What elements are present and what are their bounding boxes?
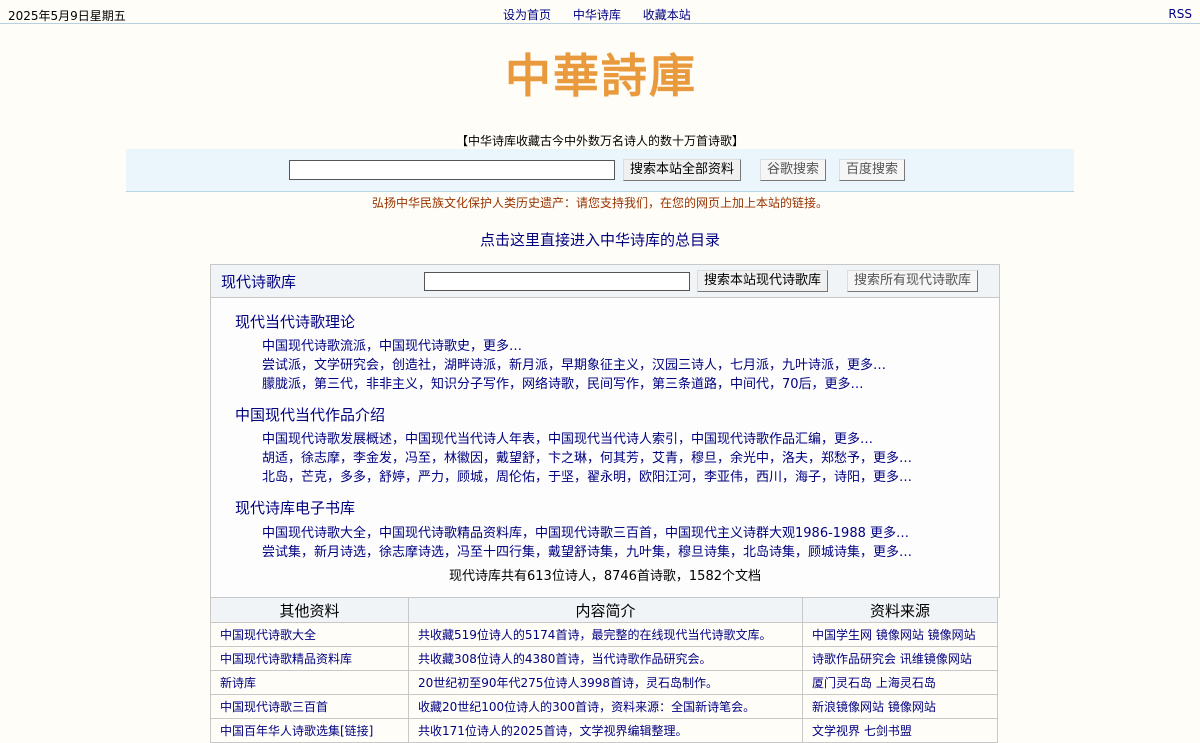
poetry-library-link[interactable]: 中华诗库 xyxy=(573,8,621,22)
resource-name-link[interactable]: 中国现代诗歌精品资料库 xyxy=(210,646,409,671)
top-bar: 2025年5月9日星期五 设为首页 中华诗库 收藏本站 RSS xyxy=(0,0,1200,24)
google-search-button[interactable]: 谷歌搜索 xyxy=(760,159,827,181)
section-title-ebooks[interactable]: 现代诗库电子书库 xyxy=(235,497,355,518)
modern-search-input[interactable] xyxy=(424,272,690,291)
modern-summary: 现代诗库共有613位诗人，8746首诗歌，1582个文档 xyxy=(449,569,761,584)
set-homepage-link[interactable]: 设为首页 xyxy=(503,8,551,22)
resource-description: 共收藏308位诗人的4380首诗，当代诗歌作品研究会。 xyxy=(408,646,803,671)
resource-name-link[interactable]: 中国现代诗歌三百首 xyxy=(210,694,409,719)
column-header: 资料来源 xyxy=(802,597,998,623)
theory-line[interactable]: 朦胧派，第三代，非非主义，知识分子写作，网络诗歌，民间写作，第三条道路，中间代，… xyxy=(262,373,864,392)
resource-source-links[interactable]: 诗歌作品研究会 讯维镜像网站 xyxy=(802,646,998,671)
theory-line[interactable]: 尝试派，文学研究会，创造社，湖畔诗派，新月派，早期象征主义，汉园三诗人，七月派，… xyxy=(262,354,886,373)
resource-description: 20世纪初至90年代275位诗人3998首诗，灵石岛制作。 xyxy=(408,670,803,695)
modern-poetry-title[interactable]: 现代诗歌库 xyxy=(221,271,296,292)
column-header: 内容简介 xyxy=(408,597,803,623)
main-catalog-link[interactable]: 点击这里直接进入中华诗库的总目录 xyxy=(0,229,1200,250)
resource-description: 共收藏519位诗人的5174首诗，最完整的在线现代当代诗歌文库。 xyxy=(408,622,803,647)
resource-name-link[interactable]: 新诗库 xyxy=(210,670,409,695)
support-appeal: 弘扬中华民族文化保护人类历史遗产：请您支持我们，在您的网页上加上本站的链接。 xyxy=(371,196,828,210)
works-line[interactable]: 胡适，徐志摩，李金发，冯至，林徽因，戴望舒，卞之琳，何其芳，艾青，穆旦，余光中，… xyxy=(262,447,912,466)
resources-table: 其他资料 内容简介 资料来源 中国现代诗歌大全 共收藏519位诗人的5174首诗… xyxy=(210,597,998,743)
resource-name-link[interactable]: 中国百年华人诗歌选集[链接] xyxy=(210,718,409,743)
resource-source-links[interactable]: 新浪镜像网站 镜像网站 xyxy=(802,694,998,719)
section-title-theory[interactable]: 现代当代诗歌理论 xyxy=(235,311,355,332)
bookmark-site-link[interactable]: 收藏本站 xyxy=(643,8,691,22)
resource-source-links[interactable]: 中国学生网 镜像网站 镜像网站 xyxy=(802,622,998,647)
site-search-bar: 搜索本站全部资料 谷歌搜索 百度搜索 xyxy=(126,149,1074,192)
search-all-modern-button[interactable]: 搜索所有现代诗歌库 xyxy=(847,270,979,292)
search-all-button[interactable]: 搜索本站全部资料 xyxy=(623,159,742,181)
theory-line[interactable]: 中国现代诗歌流派，中国现代诗歌史，更多… xyxy=(262,335,522,354)
section-title-works[interactable]: 中国现代当代作品介绍 xyxy=(235,404,385,425)
column-header: 其他资料 xyxy=(210,597,409,623)
rss-link[interactable]: RSS xyxy=(1168,7,1192,21)
table-row: 中国百年华人诗歌选集[链接] 共收171位诗人的2025首诗，文学视界编辑整理。… xyxy=(210,718,998,743)
site-search-input[interactable] xyxy=(289,160,615,180)
resource-description: 收藏20世纪100位诗人的300首诗，资料来源：全国新诗笔会。 xyxy=(408,694,803,719)
search-modern-button[interactable]: 搜索本站现代诗歌库 xyxy=(697,270,829,292)
table-row: 中国现代诗歌大全 共收藏519位诗人的5174首诗，最完整的在线现代当代诗歌文库… xyxy=(210,622,998,647)
modern-poetry-panel: 现代诗歌库 搜索本站现代诗歌库 搜索所有现代诗歌库 现代当代诗歌理论 中国现代诗… xyxy=(210,264,1000,598)
works-line[interactable]: 中国现代诗歌发展概述，中国现代当代诗人年表，中国现代当代诗人索引，中国现代诗歌作… xyxy=(262,428,873,447)
current-date: 2025年5月9日星期五 xyxy=(8,9,126,23)
resource-source-links[interactable]: 厦门灵石岛 上海灵石岛 xyxy=(802,670,998,695)
table-header-row: 其他资料 内容简介 资料来源 xyxy=(210,597,998,623)
table-row: 新诗库 20世纪初至90年代275位诗人3998首诗，灵石岛制作。 厦门灵石岛 … xyxy=(210,670,998,695)
resource-name-link[interactable]: 中国现代诗歌大全 xyxy=(210,622,409,647)
ebooks-line[interactable]: 中国现代诗歌大全，中国现代诗歌精品资料库，中国现代诗歌三百首，中国现代主义诗群大… xyxy=(262,522,909,541)
ebooks-line[interactable]: 尝试集，新月诗选，徐志摩诗选，冯至十四行集，戴望舒诗集，九叶集，穆旦诗集，北岛诗… xyxy=(262,541,912,560)
resource-source-links[interactable]: 文学视界 七剑书盟 xyxy=(802,718,998,743)
modern-poetry-header: 现代诗歌库 搜索本站现代诗歌库 搜索所有现代诗歌库 xyxy=(211,265,999,298)
resource-description: 共收171位诗人的2025首诗，文学视界编辑整理。 xyxy=(408,718,803,743)
site-logo[interactable]: 中華詩庫 xyxy=(480,46,722,106)
site-tagline: 【中华诗库收藏古今中外数万名诗人的数十万首诗歌】 xyxy=(455,134,744,148)
top-nav: 设为首页 中华诗库 收藏本站 xyxy=(503,6,709,23)
table-row: 中国现代诗歌精品资料库 共收藏308位诗人的4380首诗，当代诗歌作品研究会。 … xyxy=(210,646,998,671)
table-row: 中国现代诗歌三百首 收藏20世纪100位诗人的300首诗，资料来源：全国新诗笔会… xyxy=(210,694,998,719)
baidu-search-button[interactable]: 百度搜索 xyxy=(839,159,906,181)
works-line[interactable]: 北岛，芒克，多多，舒婷，严力，顾城，周伦佑，于坚，翟永明，欧阳江河，李亚伟，西川… xyxy=(262,466,912,485)
